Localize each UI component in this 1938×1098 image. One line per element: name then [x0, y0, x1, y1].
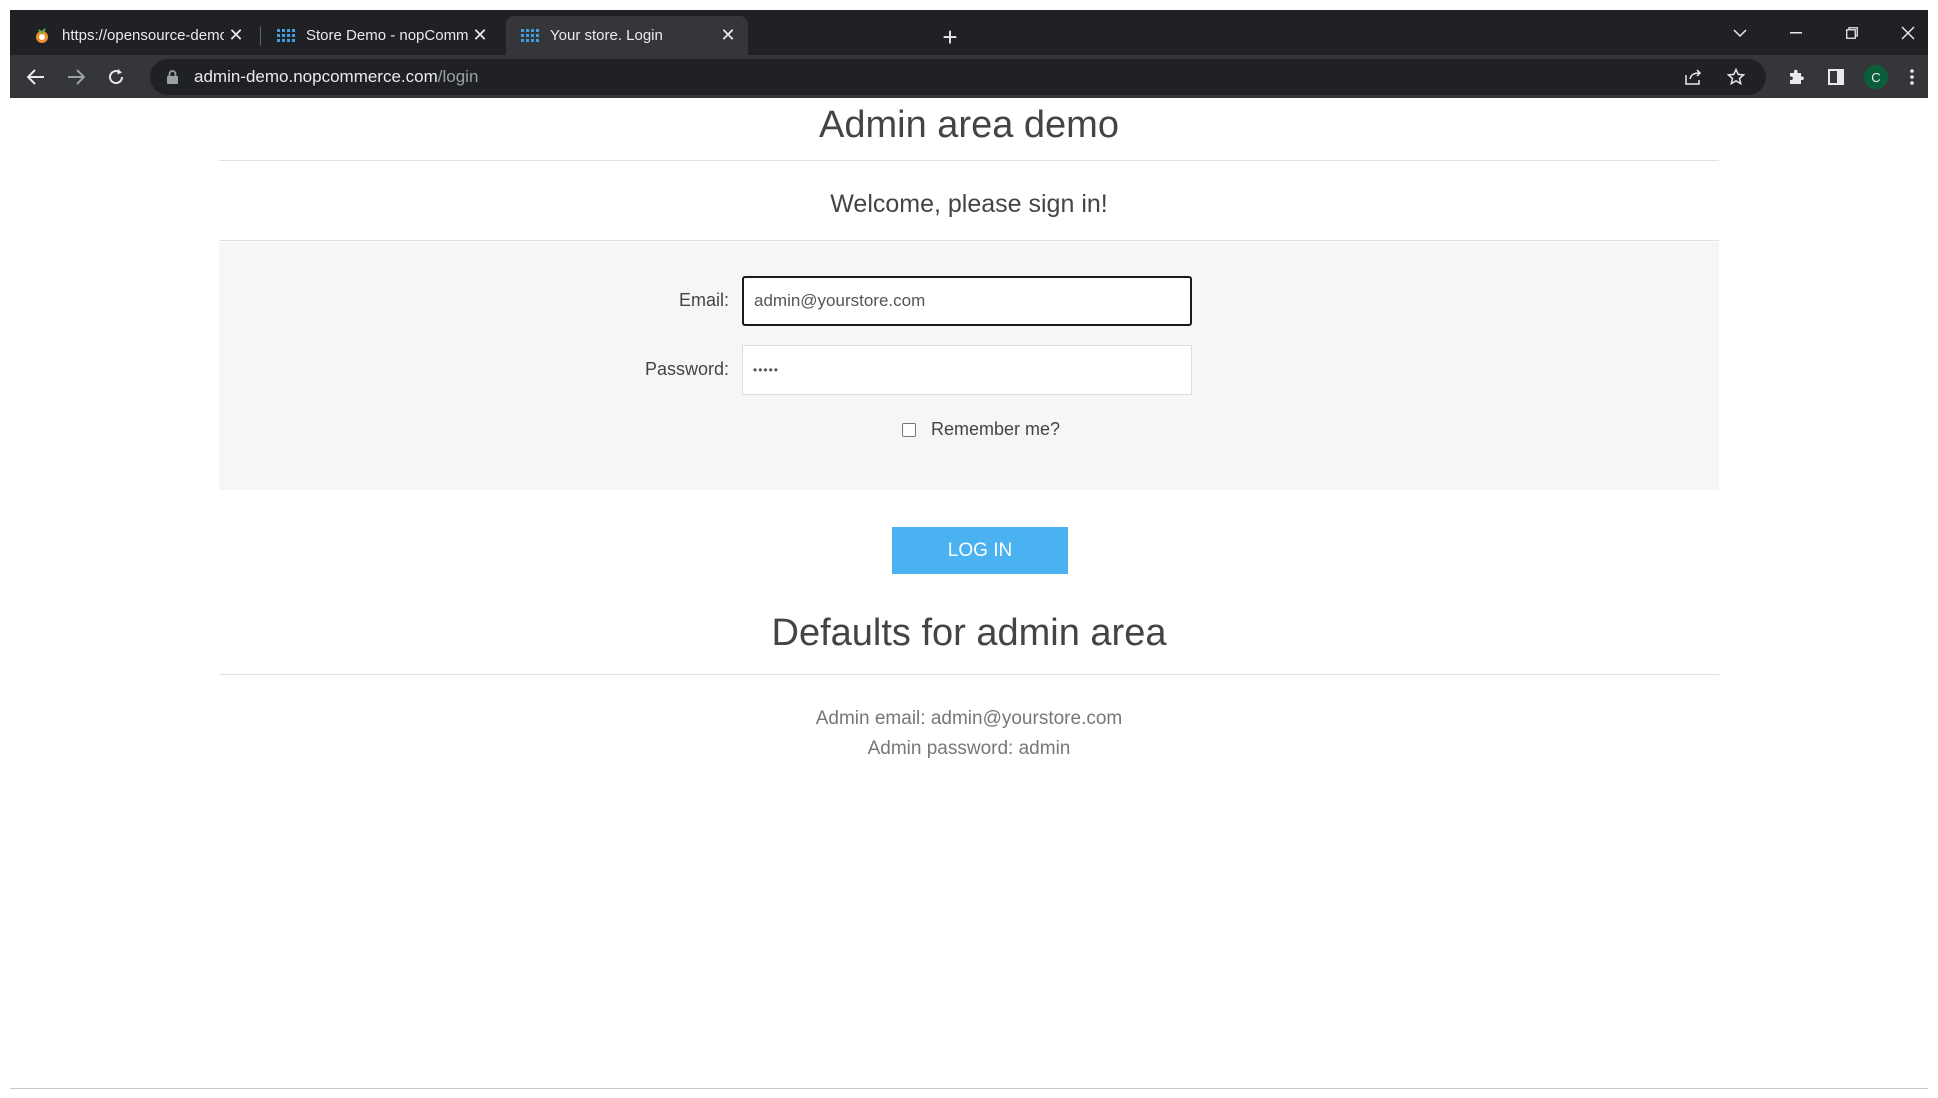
address-bar[interactable]: admin-demo.nopcommerce.com/login: [150, 59, 1766, 95]
defaults-divider: [219, 674, 1719, 675]
email-field[interactable]: admin@yourstore.com: [742, 276, 1192, 326]
url-host: admin-demo.nopcommerce.com: [194, 67, 438, 86]
defaults-heading: Defaults for admin area: [771, 612, 1167, 654]
tab-your-store-login[interactable]: Your store. Login ✕: [506, 16, 748, 55]
share-icon[interactable]: [1682, 65, 1706, 89]
bottom-divider: [10, 1088, 1928, 1089]
email-label: Email:: [678, 290, 729, 310]
tab-title: Your store. Login: [550, 27, 663, 44]
orangehrm-favicon-icon: [32, 26, 52, 46]
url-path: /login: [437, 67, 479, 86]
forward-button[interactable]: [60, 61, 92, 93]
tab-strip: https://opensource-demo.orangehrmlive.co…: [10, 10, 1928, 55]
page-content: Admin area demo Welcome, please sign in!…: [10, 98, 1928, 1089]
tab-store-demo[interactable]: Store Demo - nopCommerce ✕: [262, 16, 500, 55]
remember-me-checkbox[interactable]: [902, 423, 916, 437]
password-label: Password:: [644, 359, 729, 379]
lock-icon[interactable]: [164, 69, 180, 85]
tab-search-button[interactable]: [1712, 10, 1768, 55]
close-window-button[interactable]: [1880, 10, 1936, 55]
menu-kebab-icon[interactable]: [1896, 61, 1928, 93]
tab-title: https://opensource-demo.orangehrmlive.co…: [62, 27, 224, 44]
reload-button[interactable]: [100, 61, 132, 93]
restore-button[interactable]: [1824, 10, 1880, 55]
password-value: •••••: [753, 363, 780, 377]
nopcommerce-favicon-icon: [276, 26, 296, 46]
tab-title: Store Demo - nopCommerce: [306, 27, 468, 44]
tab-orangehrm[interactable]: https://opensource-demo.orangehrmlive.co…: [18, 16, 256, 55]
extensions-puzzle-icon[interactable]: [1780, 61, 1812, 93]
nopcommerce-favicon-icon: [520, 26, 540, 46]
admin-email-info: Admin email: admin@yourstore.com: [815, 708, 1123, 729]
close-icon[interactable]: ✕: [716, 24, 740, 48]
tab-separator: [260, 26, 261, 46]
browser-toolbar: admin-demo.nopcommerce.com/login C: [10, 55, 1928, 98]
welcome-heading: Welcome, please sign in!: [830, 190, 1108, 218]
email-value: admin@yourstore.com: [754, 291, 926, 310]
side-panel-icon[interactable]: [1820, 61, 1852, 93]
profile-avatar[interactable]: C: [1860, 61, 1892, 93]
close-icon[interactable]: ✕: [224, 24, 248, 48]
page-title: Admin area demo: [819, 104, 1119, 146]
bookmark-star-icon[interactable]: [1724, 65, 1748, 89]
minimize-button[interactable]: [1768, 10, 1824, 55]
welcome-divider: [219, 240, 1719, 241]
close-icon[interactable]: ✕: [468, 24, 492, 48]
login-form: Email: admin@yourstore.com Password: •••…: [219, 242, 1719, 490]
admin-password-info: Admin password: admin: [867, 738, 1071, 759]
password-field[interactable]: •••••: [742, 345, 1192, 395]
title-divider: [219, 160, 1719, 161]
profile-initial: C: [1864, 65, 1888, 89]
login-button[interactable]: LOG IN: [892, 527, 1068, 574]
browser-window: https://opensource-demo.orangehrmlive.co…: [10, 10, 1928, 98]
new-tab-button[interactable]: +: [936, 22, 964, 52]
remember-me-label[interactable]: Remember me?: [931, 419, 1060, 440]
back-button[interactable]: [20, 61, 52, 93]
